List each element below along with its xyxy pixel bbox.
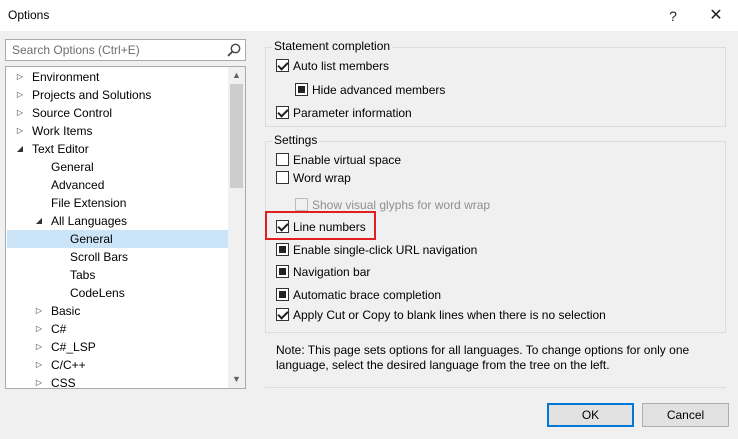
tree-item-label: File Extension xyxy=(51,196,127,210)
collapsed-arrow-icon[interactable]: ▷ xyxy=(34,302,44,320)
tree-item[interactable]: General xyxy=(7,158,229,176)
statement-completion-header: Statement completion xyxy=(272,39,393,53)
option-label: Auto list members xyxy=(293,59,390,73)
checkbox[interactable] xyxy=(276,106,289,119)
option-label: Automatic brace completion xyxy=(293,288,442,302)
option-label: Enable single-click URL navigation xyxy=(293,243,478,257)
window-title: Options xyxy=(8,8,50,22)
tree-item[interactable]: Scroll Bars xyxy=(7,248,229,266)
search-icon[interactable] xyxy=(226,42,242,58)
tree-item[interactable]: CodeLens xyxy=(7,284,229,302)
tree-item-label: General xyxy=(70,232,113,246)
tree-item[interactable]: General xyxy=(7,230,229,248)
tree-item-label: C/C++ xyxy=(51,358,86,372)
collapsed-arrow-icon[interactable]: ▷ xyxy=(15,68,25,86)
tree-item-label: C# xyxy=(51,322,67,336)
option-label: Word wrap xyxy=(293,171,351,185)
option-label: Parameter information xyxy=(293,106,412,120)
tree-item[interactable]: ▷ Environment xyxy=(7,68,229,86)
tree-item-label: Environment xyxy=(32,70,100,84)
expanded-arrow-icon[interactable]: ◢ xyxy=(34,212,44,230)
checkbox[interactable] xyxy=(276,243,289,256)
tree-item[interactable]: ▷ Basic xyxy=(7,302,229,320)
tree-item[interactable]: Tabs xyxy=(7,266,229,284)
tree-item[interactable]: Advanced xyxy=(7,176,229,194)
option-label: Hide advanced members xyxy=(312,83,446,97)
expanded-arrow-icon[interactable]: ◢ xyxy=(15,140,25,158)
line-numbers-highlight xyxy=(265,211,376,240)
tree-item-label: Source Control xyxy=(32,106,113,120)
checkbox[interactable] xyxy=(276,171,289,184)
option-label: Navigation bar xyxy=(293,265,371,279)
collapsed-arrow-icon[interactable]: ▷ xyxy=(34,338,44,356)
tree-item[interactable]: ◢ Text Editor xyxy=(7,140,229,158)
close-icon[interactable]: ✕ xyxy=(702,4,730,28)
checkbox[interactable] xyxy=(276,265,289,278)
settings-header: Settings xyxy=(272,133,320,147)
collapsed-arrow-icon[interactable]: ▷ xyxy=(15,86,25,104)
tree-item[interactable]: ▷ C/C++ xyxy=(7,356,229,374)
tree-item-label: Basic xyxy=(51,304,81,318)
ok-button[interactable]: OK xyxy=(547,403,634,427)
tree-item-label: Text Editor xyxy=(32,142,89,156)
tree-item[interactable]: ◢ All Languages xyxy=(7,212,229,230)
cancel-button[interactable]: Cancel xyxy=(642,403,729,427)
tree-item[interactable]: ▷ C#_LSP xyxy=(7,338,229,356)
title-bar: Options ? ✕ xyxy=(0,0,738,31)
search-box[interactable] xyxy=(5,39,246,61)
scroll-up-icon[interactable]: ▲ xyxy=(228,67,245,84)
tree-item[interactable]: ▷ CSS xyxy=(7,374,229,389)
tree-item-label: Advanced xyxy=(51,178,105,192)
checkbox[interactable] xyxy=(276,308,289,321)
tree-item-label: Scroll Bars xyxy=(70,250,129,264)
collapsed-arrow-icon[interactable]: ▷ xyxy=(15,122,25,140)
checkbox[interactable] xyxy=(276,153,289,166)
checkbox xyxy=(295,198,308,211)
checkbox[interactable] xyxy=(276,288,289,301)
option-label: Enable virtual space xyxy=(293,153,402,167)
tree-item[interactable]: ▷ C# xyxy=(7,320,229,338)
tree-item[interactable]: ▷ Source Control xyxy=(7,104,229,122)
option-label: Apply Cut or Copy to blank lines when th… xyxy=(293,308,606,322)
options-tree[interactable]: ▷ Environment ▷ Projects and Solutions ▷ Sour… xyxy=(5,66,246,389)
checkbox[interactable] xyxy=(276,59,289,72)
tree-scrollbar[interactable]: ▲ ▼ xyxy=(228,67,245,388)
tree-item-label: Tabs xyxy=(70,268,96,282)
tree-item-label: Work Items xyxy=(32,124,93,138)
tree-item-label: CSS xyxy=(51,376,76,389)
divider xyxy=(265,387,726,388)
collapsed-arrow-icon[interactable]: ▷ xyxy=(34,320,44,338)
tree-item-label: General xyxy=(51,160,94,174)
collapsed-arrow-icon[interactable]: ▷ xyxy=(15,104,25,122)
scrollbar-thumb[interactable] xyxy=(230,84,243,188)
note-text: Note: This page sets options for all lan… xyxy=(276,343,690,372)
tree-item-label: C#_LSP xyxy=(51,340,96,354)
tree-item-label: CodeLens xyxy=(70,286,125,300)
scroll-down-icon[interactable]: ▼ xyxy=(228,371,245,388)
search-input[interactable] xyxy=(10,42,222,58)
collapsed-arrow-icon[interactable]: ▷ xyxy=(34,356,44,374)
tree-item-label: All Languages xyxy=(51,214,128,228)
help-icon[interactable]: ? xyxy=(659,4,687,28)
tree-item[interactable]: File Extension xyxy=(7,194,229,212)
tree-item-label: Projects and Solutions xyxy=(32,88,152,102)
checkbox[interactable] xyxy=(295,83,308,96)
tree-item[interactable]: ▷ Work Items xyxy=(7,122,229,140)
collapsed-arrow-icon[interactable]: ▷ xyxy=(34,374,44,388)
tree-item[interactable]: ▷ Projects and Solutions xyxy=(7,86,229,104)
